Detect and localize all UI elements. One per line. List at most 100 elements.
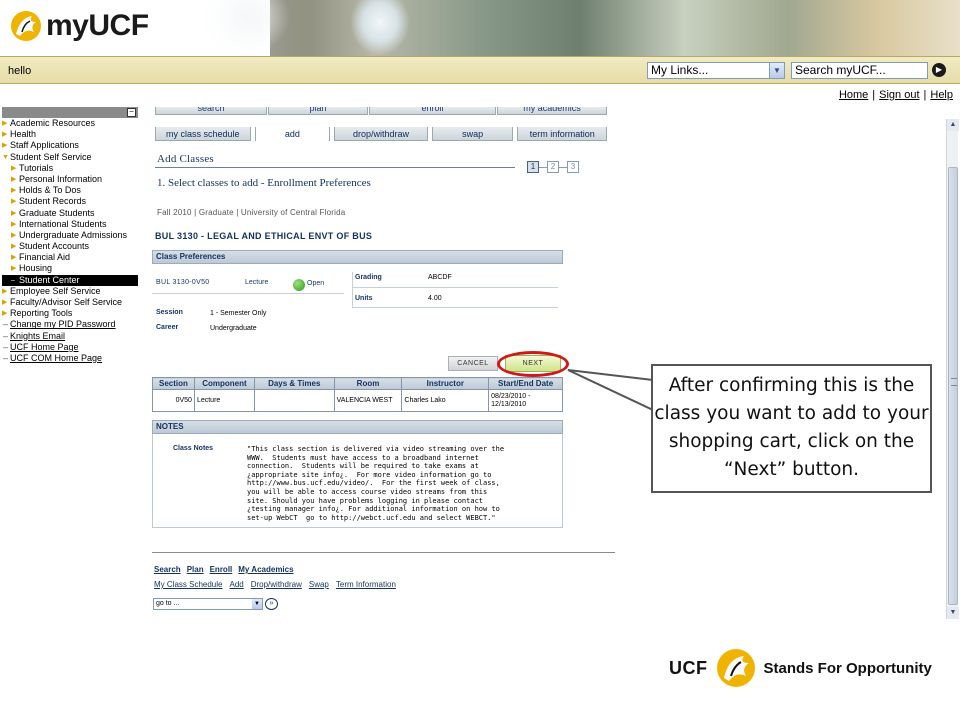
tab-term-information[interactable]: term information — [517, 127, 607, 141]
menu-item-knights-email[interactable]: – Knights Email — [2, 331, 138, 342]
footer-ucf-text: UCF — [669, 657, 708, 678]
link-add[interactable]: Add — [229, 580, 243, 589]
class-preferences-panel: BUL 3130-0V50 Lecture Open Grading ABCDF… — [152, 264, 563, 340]
scroll-grip — [951, 378, 957, 386]
menu-item-health[interactable]: ▶ Health — [2, 129, 138, 140]
goto-go-icon[interactable]: » — [265, 598, 278, 610]
menu-item-label: Health — [10, 129, 37, 140]
cell-days — [253, 389, 335, 412]
tab-enroll[interactable]: enroll — [369, 107, 496, 115]
cancel-button[interactable]: CANCEL — [448, 356, 498, 371]
scroll-down-icon[interactable]: ▼ — [947, 607, 959, 619]
grading-divider — [352, 287, 558, 288]
triangle-down-icon: ▼ — [2, 153, 9, 161]
tab-my-academics[interactable]: my academics — [497, 107, 607, 115]
chevron-down-icon[interactable]: ▼ — [769, 63, 784, 78]
menu-item-employee-self-service[interactable]: ▶ Employee Self Service — [2, 286, 138, 297]
page-title: Add Classes — [157, 153, 214, 165]
secondary-tabs: my class schedule add drop/withdraw swap… — [155, 127, 607, 141]
callout-text: After confirming this is the class you w… — [654, 375, 929, 480]
step-indicator: 1 2 3 — [527, 161, 579, 173]
tab-plan[interactable]: plan — [268, 107, 368, 115]
menu-item-faculty-advisor-self-service[interactable]: ▶ Faculty/Advisor Self Service — [2, 297, 138, 308]
units-label: Units — [355, 295, 373, 302]
enrollment-tabs: search plan enroll my academics my class… — [155, 107, 607, 143]
link-enroll[interactable]: Enroll — [210, 565, 233, 574]
logo-text: myUCF — [46, 9, 149, 42]
myucf-logo[interactable]: myUCF — [8, 4, 149, 48]
fountain-spray — [350, 0, 410, 56]
link-drop-withdraw[interactable]: Drop/withdraw — [251, 580, 302, 589]
greeting: hello — [8, 65, 32, 77]
vertical-scrollbar[interactable]: ▲ ▼ — [946, 119, 959, 619]
units-value: 4.00 — [428, 295, 442, 302]
search-go-icon[interactable]: ▶ — [932, 63, 946, 77]
col-component: Component — [193, 377, 255, 390]
menu-item-label: Academic Resources — [10, 118, 96, 128]
tab-my-class-schedule[interactable]: my class schedule — [155, 127, 251, 141]
goto-select[interactable]: go to ... ▼ — [153, 598, 263, 610]
link-search[interactable]: Search — [154, 565, 181, 574]
triangle-right-icon: ▶ — [11, 231, 17, 239]
ucf-footer-logo: UCF Stands For Opportunity — [669, 646, 932, 690]
tab-drop-withdraw[interactable]: drop/withdraw — [334, 127, 428, 141]
menu-item-tutorials[interactable]: ▶ Tutorials — [2, 163, 138, 174]
menu-item-student-self-service[interactable]: ▼ Student Self Service — [2, 152, 138, 163]
menu-item-student-accounts[interactable]: ▶ Student Accounts — [2, 241, 138, 252]
home-link[interactable]: Home — [839, 89, 868, 101]
menu-item-undergraduate-admissions[interactable]: ▶ Undergraduate Admissions — [2, 230, 138, 241]
scroll-up-icon[interactable]: ▲ — [947, 119, 959, 131]
menu-item-label: UCF Home Page — [10, 341, 79, 352]
menu-item-holds-to-dos[interactable]: ▶ Holds & To Dos — [2, 185, 138, 196]
menu-item-financial-aid[interactable]: ▶ Financial Aid — [2, 252, 138, 263]
menu-item-label: Change my PID Password — [10, 319, 116, 330]
menu-item-academic-resources[interactable]: ▶ Academic Resources — [2, 118, 138, 129]
menu-item-personal-information[interactable]: ▶ Personal Information — [2, 174, 138, 185]
tab-search[interactable]: search — [155, 107, 267, 115]
pegasus-icon — [716, 649, 755, 687]
course-title: BUL 3130 - LEGAL AND ETHICAL ENVT OF BUS — [155, 231, 373, 241]
menu-item-staff-applications[interactable]: ▶ Staff Applications — [2, 140, 138, 151]
menu-item-graduate-students[interactable]: ▶ Graduate Students — [2, 208, 138, 219]
chevron-down-icon[interactable]: ▼ — [252, 599, 262, 609]
menu-item-change-my-pid-password[interactable]: – Change my PID Password — [2, 319, 138, 330]
my-links-value: My Links... — [651, 63, 709, 77]
grading-value: ABCDF — [428, 274, 452, 281]
menu-item-label: Financial Aid — [19, 252, 71, 263]
search-input[interactable]: Search myUCF... — [791, 62, 928, 79]
triangle-right-icon: ▶ — [2, 310, 8, 318]
help-link[interactable]: Help — [930, 89, 953, 101]
tab-swap[interactable]: swap — [431, 127, 514, 141]
session-label: Session — [156, 309, 183, 316]
tab-add[interactable]: add — [254, 127, 331, 141]
menu-item-ucf-com-home-page[interactable]: – UCF COM Home Page — [2, 353, 138, 364]
menu-item-student-center[interactable]: – Student Center — [2, 274, 138, 286]
next-button[interactable]: NEXT — [505, 355, 561, 372]
link-term-information[interactable]: Term Information — [336, 580, 396, 589]
my-links-select[interactable]: My Links... ▼ — [647, 62, 785, 79]
link-swap[interactable]: Swap — [309, 580, 329, 589]
career-label: Career — [156, 324, 179, 331]
term-info: Fall 2010 | Graduate | University of Cen… — [157, 208, 346, 217]
menu-item-ucf-home-page[interactable]: – UCF Home Page — [2, 342, 138, 353]
goto-value: go to ... — [156, 600, 180, 607]
menu-item-housing[interactable]: ▶ Housing — [2, 263, 138, 274]
grading-label: Grading — [355, 274, 382, 281]
menu-item-reporting-tools[interactable]: ▶ Reporting Tools — [2, 308, 138, 319]
menu-item-student-records[interactable]: ▶ Student Records — [2, 196, 138, 207]
link-my-class-schedule[interactable]: My Class Schedule — [154, 580, 222, 589]
col-section: Section — [152, 377, 195, 390]
cell-room: VALENCIA WEST — [333, 389, 403, 412]
menu-item-international-students[interactable]: ▶ International Students — [2, 219, 138, 230]
scroll-thumb[interactable] — [948, 167, 958, 605]
dash-icon: – — [3, 341, 9, 352]
step-2: 2 — [547, 161, 559, 173]
link-plan[interactable]: Plan — [187, 565, 204, 574]
menu-item-label: Student Center — [19, 274, 80, 285]
menu-item-label: Staff Applications — [10, 140, 79, 151]
link-my-academics[interactable]: My Academics — [238, 565, 293, 574]
notes-panel: Class Notes "This class section is deliv… — [152, 434, 563, 528]
collapse-icon[interactable]: − — [127, 108, 136, 117]
sign-out-link[interactable]: Sign out — [879, 89, 919, 101]
triangle-right-icon: ▶ — [11, 198, 17, 206]
